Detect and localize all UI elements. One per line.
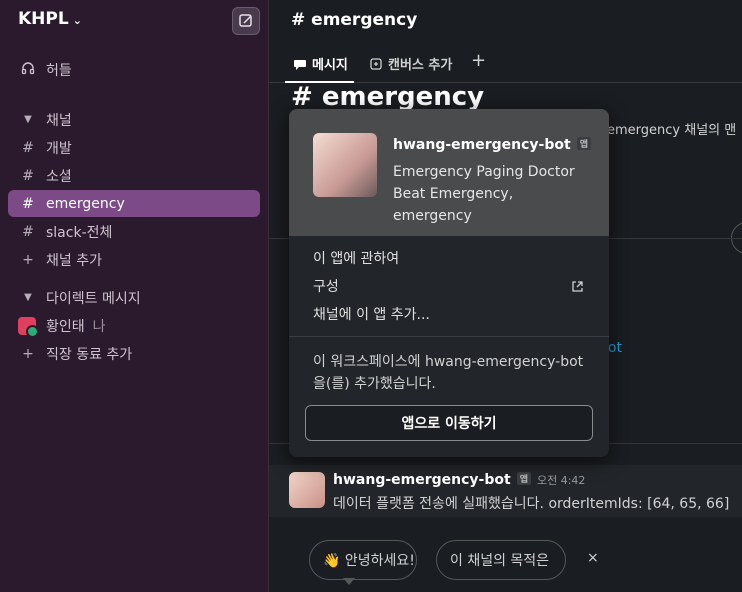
tab-canvas[interactable]: 캔버스 추가: [369, 54, 452, 73]
sidebar-item-channel[interactable]: # slack-전체: [8, 218, 260, 245]
channels-section-header[interactable]: ▼ 채널: [8, 106, 260, 133]
menu-item-add-to-channel[interactable]: 채널에 이 앱 추가...: [313, 304, 430, 324]
chip-pointer: [343, 578, 355, 585]
sidebar-item-label: 허들: [46, 62, 72, 79]
message-text: 데이터 플랫폼 전송에 실패했습니다. orderItemIds: [64, 6…: [333, 496, 730, 512]
plus-icon: +: [22, 251, 34, 268]
add-channel-label: 채널 추가: [46, 252, 102, 269]
add-coworker-label: 직장 동료 추가: [46, 346, 133, 363]
add-tab-button[interactable]: +: [471, 50, 486, 71]
compose-button[interactable]: [232, 7, 260, 35]
dm-section-header[interactable]: ▼ 다이렉트 메시지: [8, 284, 260, 311]
message-timestamp[interactable]: 오전 4:42: [537, 474, 585, 487]
channel-label: emergency: [46, 195, 125, 212]
tab-label: 캔버스 추가: [388, 58, 453, 73]
self-indicator: 나: [92, 318, 106, 335]
external-link-icon: [571, 280, 584, 297]
avatar: [18, 316, 39, 338]
app-profile-popover: hwang-emergency-bot 앱 Emergency Paging Do…: [289, 109, 609, 457]
message-author[interactable]: hwang-emergency-bot: [333, 472, 511, 488]
bot-name: hwang-emergency-bot: [393, 137, 571, 153]
channel-label: 소셜: [46, 168, 72, 185]
add-coworker-button[interactable]: + 직장 동료 추가: [8, 340, 260, 367]
channel-intro-text: emergency 채널의 맨: [607, 123, 737, 138]
caret-down-icon: ▼: [24, 114, 32, 125]
bot-description: Emergency Paging Doctor Beat Emergency, …: [393, 164, 575, 224]
popover-header: hwang-emergency-bot 앱 Emergency Paging Do…: [289, 109, 609, 236]
hash-icon: #: [22, 167, 34, 184]
sidebar: KHPL ⌄ 허들 ▼ 채널 # 개발 # 소셜 # emergency # sl…: [0, 0, 269, 592]
canvas-icon: [370, 57, 382, 70]
suggestion-chip-purpose[interactable]: 이 채널의 목적은: [436, 540, 566, 580]
caret-down-icon: ▼: [24, 292, 32, 303]
workspace-added-note: 이 워크스페이스에 hwang-emergency-bot 을(를) 추가했습니…: [313, 354, 584, 392]
add-channel-button[interactable]: + 채널 추가: [8, 246, 260, 273]
tab-messages[interactable]: 메시지: [285, 54, 354, 83]
channel-intro-title: # emergency: [291, 82, 485, 112]
workspace-name: KHPL: [18, 9, 69, 29]
hash-icon: #: [22, 139, 34, 156]
tab-label: 메시지: [312, 58, 348, 73]
section-label: 다이렉트 메시지: [46, 290, 141, 307]
app-badge: 앱: [516, 472, 531, 485]
suggestion-chip-hello[interactable]: 👋 안녕하세요!: [309, 540, 417, 580]
hash-icon: #: [22, 223, 34, 240]
message-row[interactable]: hwang-emergency-bot 앱 오전 4:42 데이터 플랫폼 전송에 …: [269, 465, 742, 517]
sidebar-item-dm[interactable]: 황인태 나: [8, 312, 260, 339]
go-to-app-button[interactable]: 앱으로 이동하기: [305, 405, 593, 441]
channel-label: slack-전체: [46, 224, 113, 241]
channel-tabs: 메시지 캔버스 추가 +: [269, 44, 742, 83]
sidebar-item-channel[interactable]: # 소셜: [8, 162, 260, 189]
sidebar-item-huddles[interactable]: 허들: [8, 56, 260, 83]
app-badge: 앱: [576, 137, 591, 150]
compose-icon: [239, 14, 252, 27]
bot-avatar: [313, 133, 377, 197]
section-label: 채널: [46, 112, 72, 129]
chevron-down-icon: ⌄: [72, 14, 82, 27]
channel-label: 개발: [46, 140, 72, 157]
workspace-header: KHPL ⌄: [0, 0, 268, 42]
dm-label: 황인태: [46, 318, 85, 335]
sidebar-item-channel[interactable]: # 개발: [8, 134, 260, 161]
channel-header-title[interactable]: # emergency: [291, 10, 417, 30]
sidebar-item-channel-active[interactable]: # emergency: [8, 190, 260, 217]
hash-icon: #: [22, 195, 34, 212]
menu-item-configure[interactable]: 구성: [313, 276, 339, 296]
close-icon[interactable]: ×: [587, 550, 599, 566]
headphones-icon: [18, 61, 38, 79]
message-icon: [294, 59, 306, 70]
plus-icon: +: [22, 345, 34, 362]
divider: [289, 336, 609, 337]
presence-icon: [26, 324, 39, 338]
menu-item-about-app[interactable]: 이 앱에 관하여: [313, 248, 399, 268]
avatar[interactable]: [289, 472, 325, 508]
workspace-switcher[interactable]: KHPL ⌄: [18, 9, 82, 29]
